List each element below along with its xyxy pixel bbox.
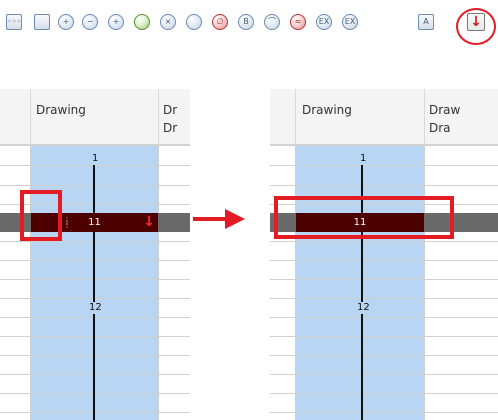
add-keyframe-icon[interactable]: + (58, 14, 74, 30)
transition-arrow-line (193, 217, 227, 221)
right-grid-line (270, 412, 498, 413)
clone-drawing-icon[interactable] (134, 14, 150, 30)
right-column-edge-left (295, 145, 296, 420)
right-grid-line (270, 393, 498, 394)
left-timeline-line-top (93, 161, 95, 213)
toolbar: ◦◦◦ + − + × ∅ B ⌒ ≈ EX EX A ↓ (0, 6, 498, 45)
left-column-edge-right (158, 145, 159, 420)
right-grid-line (270, 260, 498, 261)
transition-arrow-head (225, 209, 245, 229)
right-secondary-header-bottom: Dra (429, 121, 451, 135)
left-grid-line (0, 393, 190, 394)
left-secondary-header-top: Dr (163, 103, 178, 117)
right-timeline-line-bottom (361, 318, 363, 420)
left-header-divider-2 (158, 89, 159, 145)
left-grid-line (0, 336, 190, 337)
remove-keyframe-icon[interactable]: − (82, 14, 98, 30)
left-drawing-header: Drawing (36, 103, 86, 117)
right-grid-line (270, 279, 498, 280)
down-arrow-icon: ↓ (143, 214, 155, 230)
insert-frame-icon[interactable]: + (108, 14, 124, 30)
right-grid-line (270, 298, 498, 299)
right-drawing-column (296, 145, 424, 420)
drag-handle-highlight (20, 190, 62, 241)
toolbar-highlight-circle (456, 8, 496, 45)
drawing-b-icon[interactable]: B (238, 14, 254, 30)
left-column-edge-left (30, 145, 31, 420)
right-grid-line (270, 241, 498, 242)
right-grid-line (270, 185, 498, 186)
right-header-divider-1 (295, 89, 296, 145)
left-grid-line (0, 145, 190, 146)
curve-icon[interactable]: ⌒ (264, 14, 280, 30)
left-grid-line (0, 317, 190, 318)
right-drawing-header: Drawing (302, 103, 352, 117)
right-secondary-header-top: Draw (429, 103, 461, 117)
selected-row-highlight (274, 196, 454, 239)
left-timeline-panel: Drawing Dr Dr 1 ⋮ ⋮ 11 ↓ 12 (0, 89, 190, 420)
right-grid-line (270, 145, 498, 146)
close-drawing-icon[interactable]: × (160, 14, 176, 30)
layer-panel-icon[interactable] (34, 14, 50, 30)
right-grid-line (270, 374, 498, 375)
left-header-row (0, 89, 190, 145)
right-lower-frame-number: 12 (356, 302, 371, 314)
timeline-comparison-screen: ◦◦◦ + − + × ∅ B ⌒ ≈ EX EX A ↓ Drawing Dr… (0, 0, 498, 420)
right-grid-line (270, 165, 498, 166)
left-grid-line (0, 279, 190, 280)
red-curve-icon[interactable]: ≈ (290, 14, 306, 30)
left-grid-line (0, 260, 190, 261)
right-grid-line (270, 336, 498, 337)
left-selected-frame-number: 11 (88, 217, 101, 228)
right-top-frame-number: 1 (359, 153, 368, 165)
left-grid-line (0, 185, 190, 186)
left-grid-line (0, 412, 190, 413)
left-timeline-line-bottom (93, 318, 95, 420)
left-lower-frame-number: 12 (88, 302, 103, 314)
left-grid-line (0, 165, 190, 166)
left-secondary-header-bottom: Dr (163, 121, 178, 135)
expand-alt-icon[interactable]: EX (342, 14, 358, 30)
left-grid-line (0, 355, 190, 356)
left-grid-line (0, 241, 190, 242)
right-grid-line (270, 355, 498, 356)
stop-icon[interactable]: ∅ (212, 14, 228, 30)
right-header-divider-2 (424, 89, 425, 145)
left-header-divider-1 (30, 89, 31, 145)
expand-icon[interactable]: EX (316, 14, 332, 30)
left-grid-line (0, 298, 190, 299)
right-grid-line (270, 317, 498, 318)
left-top-frame-number: 1 (91, 153, 100, 165)
frame-dots-icon[interactable]: ◦◦◦ (6, 14, 22, 30)
drag-handle-icon[interactable]: ⋮ ⋮ (63, 217, 71, 231)
right-header-row (270, 89, 498, 145)
right-timeline-panel: Drawing Draw Dra 1 11 12 (270, 89, 498, 420)
left-grid-line (0, 374, 190, 375)
drawing-tool-icon[interactable] (186, 14, 202, 30)
a-tool-icon[interactable]: A (418, 14, 434, 30)
right-column-edge-right (424, 145, 425, 420)
